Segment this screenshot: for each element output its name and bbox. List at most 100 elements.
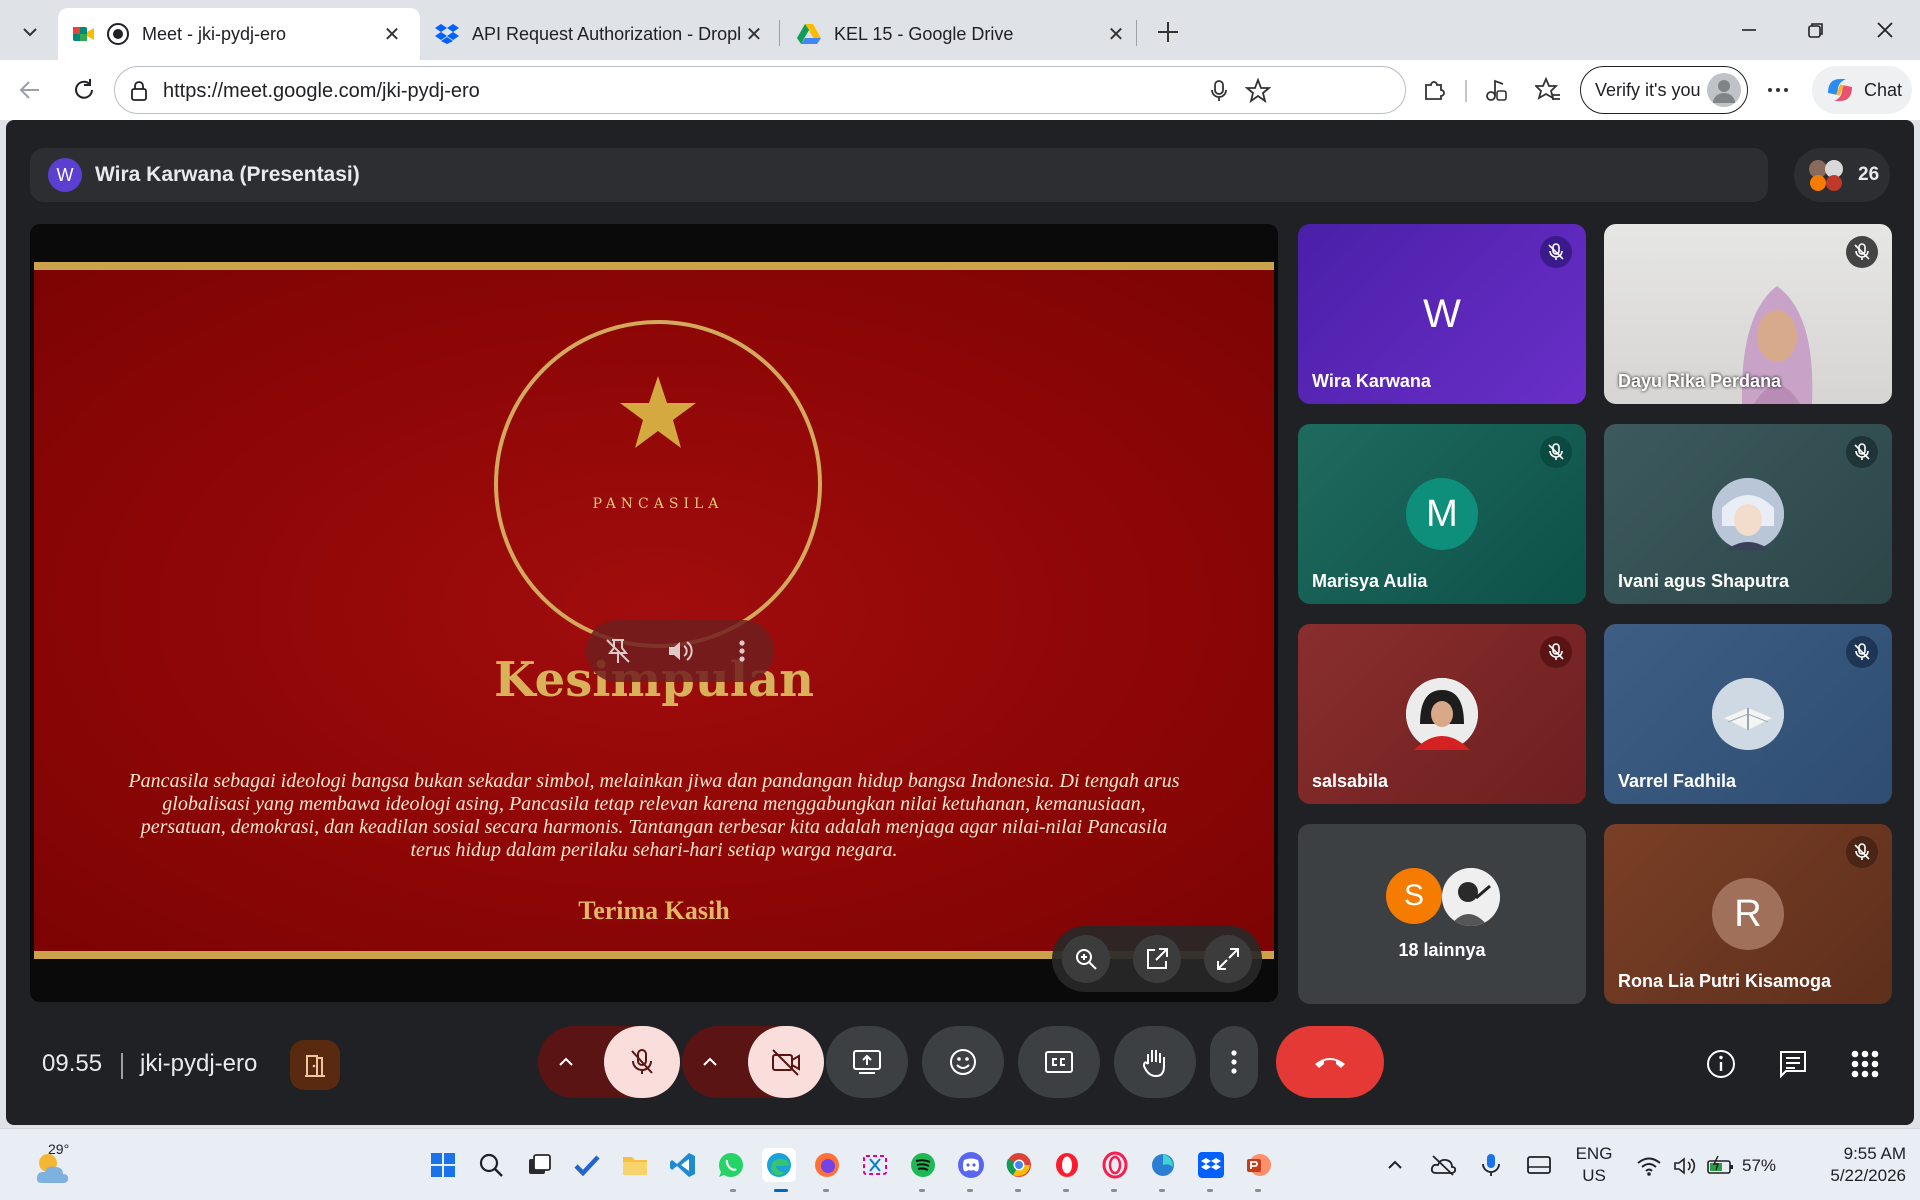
taskbar-app-snipping[interactable] <box>858 1148 892 1182</box>
weather-widget[interactable]: 29° <box>30 1139 80 1191</box>
restore-button[interactable] <box>1791 10 1841 50</box>
participants-pill[interactable]: 26 <box>1794 148 1890 202</box>
show-hidden-icons-button[interactable] <box>1378 1148 1412 1182</box>
taskbar-app-dropbox[interactable] <box>1194 1148 1228 1182</box>
reload-button[interactable] <box>66 72 102 108</box>
taskbar-app-vscode[interactable] <box>666 1148 700 1182</box>
raise-hand-button[interactable] <box>1114 1026 1196 1098</box>
taskbar-time: 9:55 AM <box>1843 1144 1906 1163</box>
task-view-button[interactable] <box>522 1148 556 1182</box>
more-participants-tile[interactable]: S 18 lainnya <box>1298 824 1586 1004</box>
microphone-icon[interactable] <box>1209 79 1229 103</box>
tab-dropbox[interactable]: API Request Authorization - Dropbox ✕ <box>420 8 782 60</box>
microphone-toggle-button[interactable] <box>604 1026 680 1098</box>
volume-button[interactable] <box>664 635 696 667</box>
taskbar-app-opera-gx[interactable] <box>1098 1148 1132 1182</box>
taskbar-app-opera[interactable] <box>1050 1148 1084 1182</box>
present-screen-button[interactable] <box>826 1026 908 1098</box>
volume-icon <box>669 641 693 661</box>
tab-meet[interactable]: Meet - jki-pydj-ero ✕ <box>58 8 420 60</box>
more-options-button[interactable] <box>1760 72 1796 108</box>
battery-charging-icon <box>1707 1155 1733 1174</box>
zoom-button[interactable] <box>1062 935 1110 983</box>
pop-out-button[interactable] <box>1133 935 1181 983</box>
tab-list-button[interactable] <box>10 12 50 52</box>
more-vertical-icon <box>1231 1050 1237 1074</box>
language-indicator[interactable]: ENG US <box>1574 1143 1614 1187</box>
star-icon[interactable] <box>1245 78 1271 104</box>
slide-emblem: PANCASILA <box>494 320 822 648</box>
copilot-icon <box>1828 79 1852 101</box>
close-tab-icon[interactable]: ✕ <box>740 20 768 48</box>
close-window-button[interactable] <box>1860 10 1910 50</box>
taskbar-app-whatsapp[interactable] <box>714 1148 748 1182</box>
network-volume-battery-button[interactable]: 57% <box>1636 1147 1786 1185</box>
verify-profile-button[interactable]: Verify it's you <box>1580 66 1748 114</box>
reactions-button[interactable] <box>922 1026 1004 1098</box>
participant-tile[interactable]: W Wira Karwana <box>1298 224 1586 404</box>
taskbar-app-todo[interactable] <box>570 1148 604 1182</box>
taskbar-app-edge[interactable] <box>762 1148 796 1182</box>
google-meet-icon <box>73 27 94 41</box>
search-button[interactable] <box>474 1148 508 1182</box>
chevron-up-icon <box>1388 1160 1402 1169</box>
close-tab-icon[interactable]: ✕ <box>378 20 406 48</box>
favorites-button[interactable] <box>1530 72 1566 108</box>
extensions-button[interactable] <box>1416 72 1452 108</box>
participant-tile[interactable]: Varrel Fadhila <box>1604 624 1892 804</box>
spotify-icon <box>911 1153 935 1177</box>
captions-button[interactable] <box>1018 1026 1100 1098</box>
media-controls-button[interactable] <box>1478 72 1514 108</box>
activities-button[interactable] <box>1842 1041 1888 1087</box>
unpin-button[interactable] <box>602 635 634 667</box>
closed-captions-icon <box>1045 1051 1073 1073</box>
display-tray-button[interactable] <box>1522 1148 1556 1182</box>
taskbar-app-spotify[interactable] <box>906 1148 940 1182</box>
weather-temperature: 29° <box>48 1141 70 1157</box>
globe-app-icon <box>1152 1154 1174 1176</box>
taskbar-app-firefox[interactable] <box>810 1148 844 1182</box>
onedrive-button[interactable] <box>1426 1148 1460 1182</box>
audio-options-button[interactable] <box>546 1042 586 1082</box>
presenter-title: Wira Karwana (Presentasi) <box>95 163 360 186</box>
tab-google-drive[interactable]: KEL 15 - Google Drive ✕ <box>782 8 1144 60</box>
minimize-button[interactable] <box>1724 10 1774 50</box>
expand-icon <box>1217 948 1239 970</box>
start-button[interactable] <box>426 1148 460 1182</box>
meeting-details-button[interactable] <box>1698 1041 1744 1087</box>
mic-off-icon <box>1854 643 1870 660</box>
windows-icon <box>431 1153 455 1177</box>
video-options-button[interactable] <box>690 1042 730 1082</box>
taskbar-app-powerpoint[interactable] <box>1242 1148 1276 1182</box>
copilot-chat-button[interactable]: Chat <box>1812 66 1912 114</box>
address-bar[interactable]: https://meet.google.com/jki-pydj-ero <box>114 66 1406 114</box>
microphone-tray-button[interactable] <box>1474 1148 1508 1182</box>
leave-call-button[interactable] <box>1276 1026 1384 1098</box>
participant-tile[interactable]: R Rona Lia Putri Kisamoga <box>1604 824 1892 1004</box>
taskbar-app-chrome[interactable] <box>1002 1148 1036 1182</box>
participant-tile[interactable]: M Marisya Aulia <box>1298 424 1586 604</box>
taskbar-app-browser[interactable] <box>1146 1148 1180 1182</box>
close-tab-icon[interactable]: ✕ <box>1102 20 1130 48</box>
participant-count: 26 <box>1858 164 1880 185</box>
chat-button[interactable] <box>1770 1041 1816 1087</box>
discord-icon <box>958 1152 984 1178</box>
mic-off-indicator <box>1846 436 1878 468</box>
participant-tile[interactable]: salsabila <box>1298 624 1586 804</box>
camera-toggle-button[interactable] <box>748 1026 824 1098</box>
clock-widget[interactable]: 9:55 AM 5/22/2026 <box>1796 1143 1906 1187</box>
new-tab-button[interactable] <box>1148 12 1188 52</box>
taskbar-app-discord[interactable] <box>954 1148 988 1182</box>
host-controls-button[interactable] <box>290 1040 340 1090</box>
back-button[interactable] <box>12 72 48 108</box>
participant-tile[interactable]: Ivani agus Shaputra <box>1604 424 1892 604</box>
browser-toolbar: https://meet.google.com/jki-pydj-ero Ver… <box>0 60 1920 120</box>
participant-avatar-image <box>1406 678 1478 750</box>
tile-more-button[interactable] <box>726 635 758 667</box>
participant-name: Ivani agus Shaputra <box>1618 571 1790 591</box>
fullscreen-button[interactable] <box>1204 935 1252 983</box>
taskbar-app-file-explorer[interactable] <box>618 1148 652 1182</box>
participant-tile[interactable]: Dayu Rika Perdana <box>1604 224 1892 404</box>
more-options-button[interactable] <box>1210 1026 1258 1098</box>
task-view-icon <box>529 1154 551 1174</box>
